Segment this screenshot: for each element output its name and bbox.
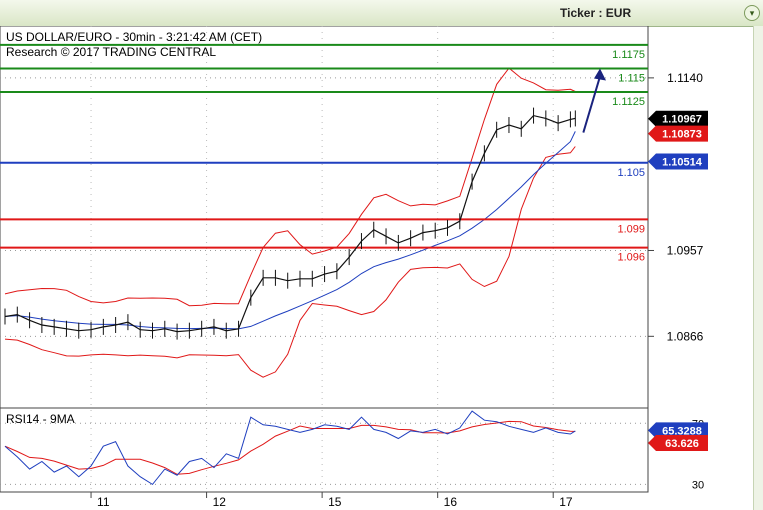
scroll-strip[interactable] <box>753 26 763 510</box>
x-tick-label: 16 <box>444 495 458 509</box>
level-label: 1.1175 <box>612 49 645 61</box>
rsi-ma-label: 63.626 <box>665 438 699 450</box>
rsi-title: RSI14 - 9MA <box>6 412 75 426</box>
y-tick-label: 1.0866 <box>667 329 704 343</box>
level-label: 1.105 <box>617 167 645 179</box>
secondary-price-label: 1.10873 <box>662 129 702 141</box>
level-label: 1.115 <box>618 72 645 84</box>
chevron-down-icon[interactable]: ▾ <box>744 5 760 21</box>
rsi-panel <box>0 407 649 493</box>
pivot-price-label: 1.10514 <box>662 156 703 168</box>
x-tick-label: 15 <box>328 495 342 509</box>
rsi-tick-label: 30 <box>692 479 704 491</box>
chart-title: US DOLLAR/EURO - 30min - 3:21:42 AM (CET… <box>6 30 262 44</box>
level-label: 1.096 <box>617 252 645 264</box>
price-panel <box>0 26 649 409</box>
chart-area: 1.1175 1.115 1.1125 1.105 1.099 1.096 1.1140 1… <box>0 26 708 509</box>
y-tick-label: 1.0957 <box>667 243 704 257</box>
chart-header: Ticker : EUR ▾ <box>0 0 763 27</box>
x-tick-label: 11 <box>97 495 110 509</box>
level-label: 1.099 <box>617 223 645 235</box>
chart-subtitle: Research © 2017 TRADING CENTRAL <box>6 45 216 59</box>
y-tick-label: 1.1140 <box>667 71 703 85</box>
level-label: 1.1125 <box>612 96 645 108</box>
x-tick-label: 12 <box>213 495 227 509</box>
ticker-label: Ticker : EUR <box>560 6 632 20</box>
current-price-label: 1.10967 <box>662 114 702 126</box>
x-tick-label: 17 <box>559 495 573 509</box>
